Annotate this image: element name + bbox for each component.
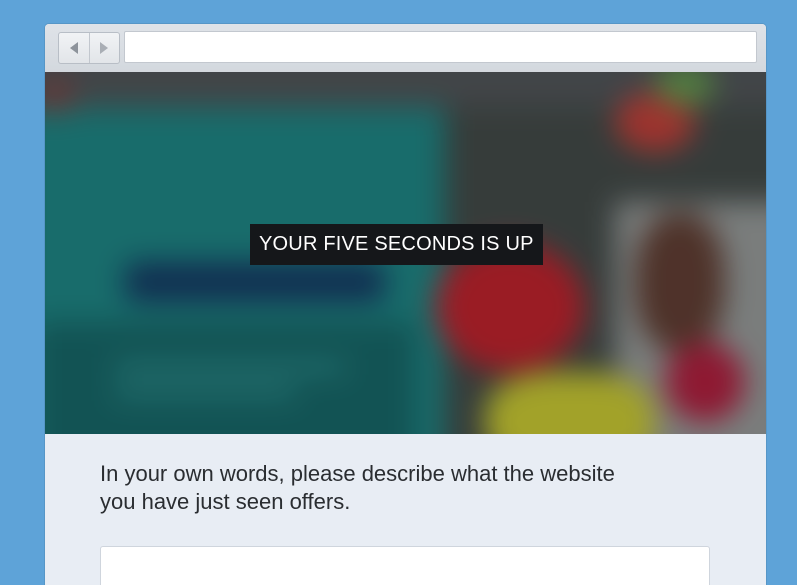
back-arrow-icon [69, 42, 78, 54]
blurred-website-preview: YOUR FIVE SECONDS IS UP [45, 72, 766, 434]
survey-question-panel: In your own words, please describe what … [45, 434, 766, 585]
question-line-2: you have just seen offers. [100, 489, 351, 514]
browser-window: YOUR FIVE SECONDS IS UP In your own word… [45, 24, 766, 585]
forward-button[interactable] [88, 33, 120, 63]
browser-toolbar [45, 24, 766, 73]
forward-arrow-icon [100, 42, 109, 54]
back-button[interactable] [59, 33, 89, 63]
answer-textarea[interactable] [100, 546, 710, 585]
navigation-buttons [58, 32, 120, 64]
question-text: In your own words, please describe what … [100, 460, 700, 516]
address-bar[interactable] [124, 31, 757, 63]
question-line-1: In your own words, please describe what … [100, 461, 615, 486]
page-background: YOUR FIVE SECONDS IS UP In your own word… [0, 0, 797, 585]
time-up-banner: YOUR FIVE SECONDS IS UP [250, 224, 543, 265]
